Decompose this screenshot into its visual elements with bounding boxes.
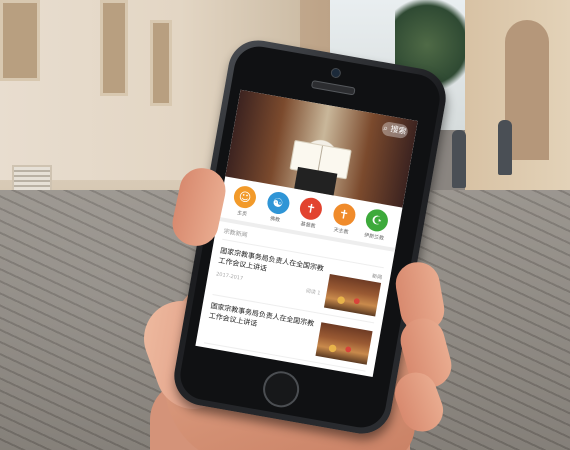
category-label: 主页	[236, 210, 248, 218]
article-thumbnail	[315, 322, 373, 365]
home-icon: ☺	[232, 184, 258, 210]
article-thumbnail	[323, 274, 382, 317]
yin-yang-icon: ☯	[265, 190, 291, 216]
category-home[interactable]: ☺ 主页	[227, 184, 262, 220]
article-date: 2017-2017	[215, 271, 244, 282]
search-button[interactable]: ⌕ 搜索	[380, 120, 409, 140]
cross-icon: ✝	[298, 195, 324, 222]
category-buddhism[interactable]: ☯ 佛教	[260, 189, 295, 225]
category-label: 伊斯兰教	[363, 232, 385, 242]
category-label: 天主教	[333, 227, 349, 236]
pedestrian	[452, 130, 466, 188]
search-label: 搜索	[389, 124, 408, 137]
category-label: 佛教	[269, 215, 281, 224]
search-icon: ⌕	[382, 123, 389, 133]
crescent-icon: ☪	[364, 207, 390, 234]
category-catholicism[interactable]: ✝ 天主教	[326, 201, 361, 237]
cross-icon: ✝	[331, 201, 357, 228]
category-christianity[interactable]: ✝ 基督教	[293, 195, 328, 231]
window	[0, 0, 40, 81]
window	[150, 20, 172, 106]
article-views: 阅读 1	[305, 288, 321, 297]
window	[100, 0, 128, 96]
pedestrian	[498, 120, 512, 175]
category-islam[interactable]: ☪ 伊斯兰教	[359, 207, 394, 243]
category-label: 基督教	[300, 221, 316, 230]
